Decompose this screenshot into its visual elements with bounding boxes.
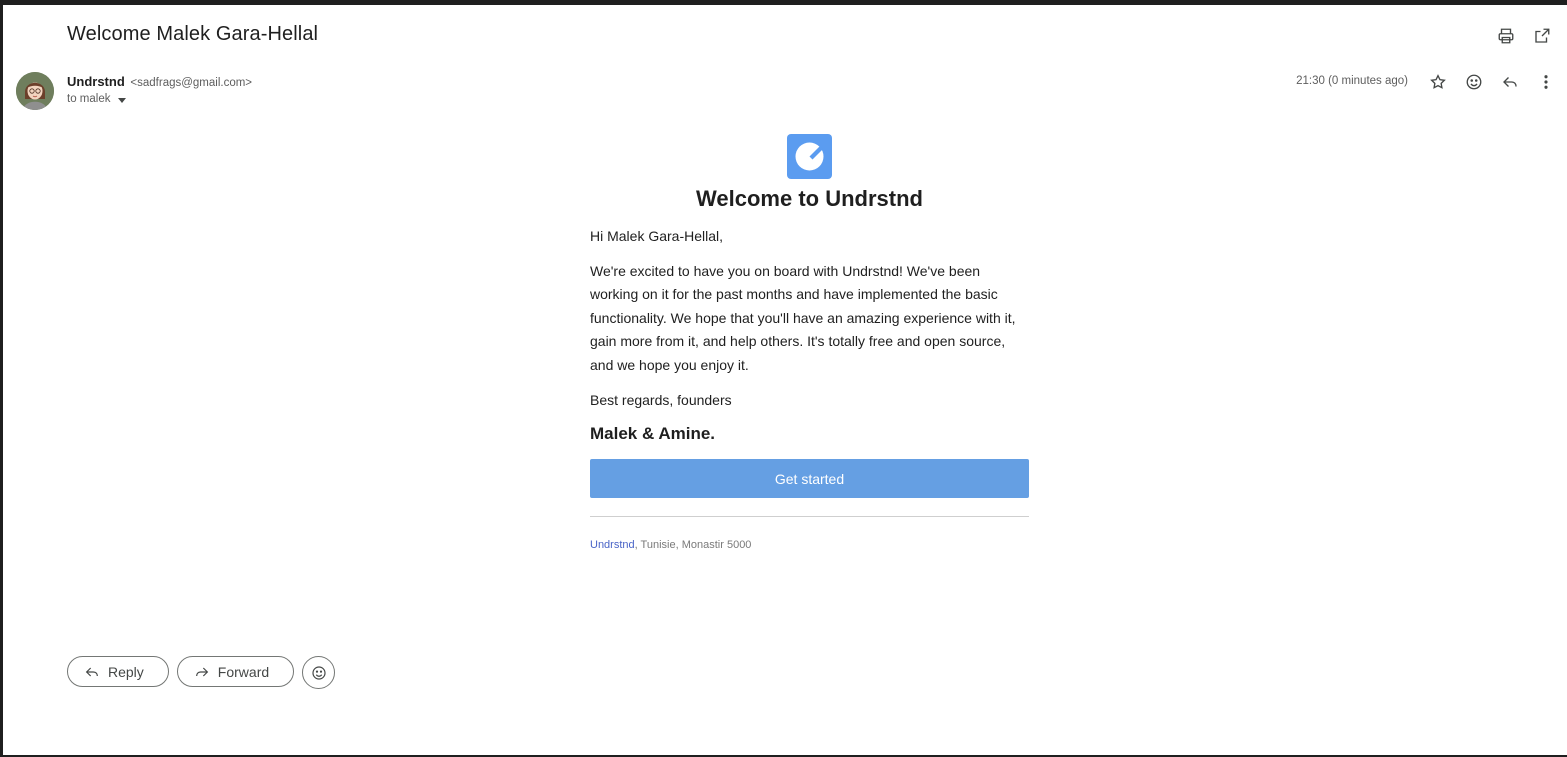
open-in-new-window-icon[interactable] (1531, 25, 1553, 47)
sender-email: <sadfrags@gmail.com> (130, 77, 253, 89)
footer-link[interactable]: Undrstnd (590, 539, 635, 551)
email-view: Welcome Malek Gara-Hellal Undrstnd <sadf… (3, 5, 1567, 755)
closing-text: Best regards, founders (590, 392, 732, 409)
sender-name[interactable]: Undrstnd (67, 74, 125, 89)
greeting: Hi Malek Gara-Hellal, (590, 228, 724, 244)
sender-line: Undrstnd <sadfrags@gmail.com> (67, 74, 252, 89)
star-icon[interactable] (1427, 71, 1449, 93)
bottom-actions: Reply Forward (67, 656, 336, 689)
avatar[interactable] (16, 72, 54, 110)
timestamp: 21:30 (0 minutes ago) (1296, 75, 1408, 87)
body-paragraph: We're excited to have you on board with … (590, 263, 1016, 373)
top-actions (1495, 25, 1553, 47)
divider (590, 516, 1029, 518)
reply-icon (85, 667, 98, 676)
reply-label: Reply (108, 663, 144, 680)
undrstnd-logo (787, 134, 832, 179)
forward-button[interactable]: Forward (176, 656, 295, 687)
signature: Malek & Amine. (590, 424, 716, 444)
emoji-icon (312, 665, 326, 680)
get-started-button[interactable]: Get started (590, 459, 1029, 499)
recipient-line[interactable]: to malek (67, 93, 127, 105)
print-icon[interactable] (1495, 25, 1517, 47)
recipient-label: to malek (67, 93, 111, 105)
email-headline: Welcome to Undrstnd (696, 186, 923, 211)
emoji-reaction-icon[interactable] (1463, 71, 1485, 93)
emoji-reaction-button[interactable] (302, 656, 336, 689)
message-actions (1427, 71, 1557, 93)
email-subject: Welcome Malek Gara-Hellal (67, 23, 319, 45)
email-footer: Undrstnd, Tunisie, Monastir 5000 (590, 539, 1029, 551)
footer-address: , Tunisie, Monastir 5000 (634, 539, 752, 552)
email-content: Welcome to Undrstnd Hi Malek Gara-Hellal… (590, 134, 1029, 551)
reply-icon[interactable] (1499, 71, 1521, 93)
more-vert-icon[interactable] (1535, 71, 1557, 93)
reply-button[interactable]: Reply (67, 656, 169, 687)
forward-label: Forward (217, 663, 270, 680)
forward-icon (195, 667, 208, 676)
chevron-down-icon[interactable] (118, 97, 127, 103)
